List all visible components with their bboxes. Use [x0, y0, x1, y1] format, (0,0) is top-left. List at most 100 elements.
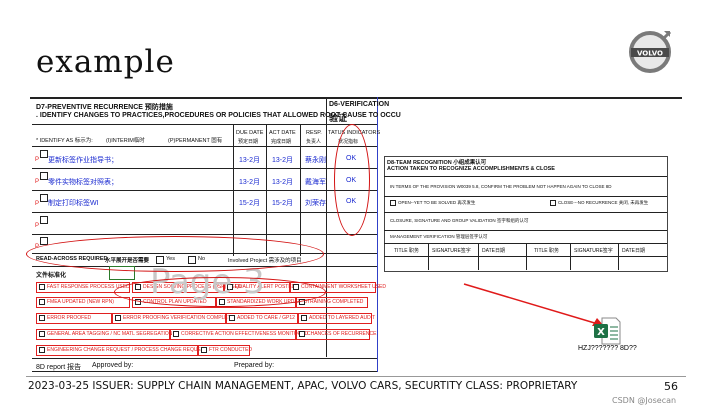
- row-action-text: 零件实物标签对照表；: [48, 179, 118, 186]
- slide-title: example: [36, 44, 175, 80]
- d8-line: [384, 230, 667, 231]
- sig-date-1: DATE日期: [482, 248, 505, 254]
- row-flag: P: [35, 179, 40, 185]
- interim-label: (I)INTERIM临时: [106, 138, 145, 144]
- d6-header-cn: 验证: [329, 113, 348, 123]
- due-date-header: DUE DATE: [236, 130, 264, 136]
- form-top-border: [30, 97, 682, 99]
- arrow-to-attachment: [463, 283, 604, 326]
- svg-text:X: X: [597, 327, 605, 338]
- resp-header: RESP.: [306, 130, 322, 136]
- checklist-item[interactable]: CORRECTIVE ACTION EFFECTIVENESS MONITORE…: [170, 329, 308, 340]
- row-flag: P: [35, 201, 40, 207]
- row-line: [32, 234, 377, 235]
- checklist-item-label: TRAINING COMPLETED: [307, 299, 364, 305]
- row-line: [32, 212, 377, 213]
- checklist-item-label: FMEA UPDATED (NEW RPN): [47, 299, 114, 305]
- row-action-text: 制定打印标签WI: [48, 200, 99, 207]
- row-act-date: 13-2月: [272, 157, 294, 164]
- d8-col-line: [428, 243, 429, 270]
- approval-top-line: [32, 358, 377, 359]
- checklist-item[interactable]: ERROR PROOFING VERIFICATION COMPLETE: [112, 313, 234, 324]
- row-checkbox[interactable]: [40, 216, 48, 224]
- sig-title-1: TITLE 职务: [394, 248, 420, 254]
- prepared-by-label: Prepared by:: [234, 362, 275, 369]
- approved-by-label: Approved by:: [92, 362, 134, 369]
- read-across-highlight-ellipse: [26, 236, 324, 272]
- approval-bottom-line: [32, 371, 377, 372]
- sig-signature-2: SIGNATURE签字: [574, 248, 613, 254]
- form-divider: [377, 97, 378, 372]
- logo-text: VOLVO: [637, 50, 663, 58]
- act-date-header: ACT DATE: [269, 130, 296, 136]
- checklist-item-label: ADDED TO CARE / GP12: [237, 315, 295, 321]
- d8-provision: IN TERMS OF THE PROVISION W0039 5.8, CON…: [390, 184, 612, 189]
- checklist-item-label: ERROR PROOFING VERIFICATION COMPLETE: [123, 315, 235, 321]
- row-checkbox[interactable]: [40, 150, 48, 158]
- sig-date-2: DATE日期: [622, 248, 645, 254]
- d8-header: D8-TEAM RECOGNITION 小组成果认可: [387, 160, 487, 166]
- slide-footer: 2023-03-25 ISSUER: SUPPLY CHAIN MANAGEME…: [28, 380, 578, 392]
- d8-line: [384, 196, 667, 197]
- d8-col-line: [526, 243, 527, 270]
- checklist-item[interactable]: CHANCES OF RECURRENCE: [296, 329, 376, 340]
- checklist-item[interactable]: ENGINEERING CHANGE REQUEST / PROCESS CHA…: [36, 345, 207, 356]
- row-line: [32, 190, 377, 191]
- credit-watermark: CSDN @Josecan: [612, 396, 677, 405]
- d8-line: [384, 212, 667, 213]
- checklist-item[interactable]: FTR CONDUCTED: [198, 345, 253, 356]
- checklist-item-label: ERROR PROOFED: [47, 315, 92, 321]
- row-flag: P: [35, 157, 40, 163]
- close-label: CLOSE---NO RECURRENCE 关闭, 未再发生: [558, 200, 649, 205]
- attachment-filename[interactable]: HZJ??????? 8D??: [578, 345, 637, 352]
- row-checkbox[interactable]: [40, 194, 48, 202]
- d8-col-line: [570, 243, 571, 270]
- d8-line: [384, 176, 667, 177]
- page-number: 56: [664, 380, 678, 393]
- row-checkbox[interactable]: [40, 172, 48, 180]
- row-due-date: 13-2月: [239, 179, 261, 186]
- d8-subheader: ACTION TAKEN TO RECOGNIZE ACCOMPLISHMENT…: [387, 166, 555, 172]
- checklist-item-label: CORRECTIVE ACTION EFFECTIVENESS MONITORE…: [181, 331, 309, 337]
- checklist-item[interactable]: GENERAL AREA TAGGING / NC MATL SEGREGATI…: [36, 329, 173, 340]
- d7-header: D7-PREVENTIVE RECURRENCE 预防措施: [36, 104, 173, 111]
- due-date-header-cn: 预定日期: [238, 139, 259, 145]
- checklist-item[interactable]: ERROR PROOFED: [36, 313, 112, 324]
- close-checkbox[interactable]: [550, 200, 556, 206]
- open-checkbox[interactable]: [390, 200, 396, 206]
- checklist-item-label: CHANCES OF RECURRENCE: [307, 331, 377, 337]
- d6-header: D6-VERIFICATION: [329, 101, 390, 108]
- row-resp: 戴海军: [305, 179, 326, 186]
- row-due-date: 15-2月: [239, 200, 261, 207]
- status-highlight-ellipse: [334, 124, 370, 236]
- sig-title-2: TITLE 职务: [534, 248, 560, 254]
- col-header-line: [32, 146, 377, 147]
- identify-as-label: * IDENTIFY AS 标示为:: [36, 138, 93, 144]
- row-flag: P: [35, 223, 40, 229]
- row-action-text: 更新标签作业指导书；: [48, 157, 118, 164]
- row-act-date: 15-2月: [272, 200, 294, 207]
- row-resp: 蔡永刚: [305, 157, 326, 164]
- resp-header-cn: 负责人: [306, 139, 322, 145]
- docs-highlight-ellipse: [114, 277, 326, 307]
- sig-signature-1: SIGNATURE签字: [432, 248, 471, 254]
- checklist-item-label: GENERAL AREA TAGGING / NC MATL SEGREGATI…: [47, 331, 173, 337]
- checklist-item[interactable]: ADDED TO LAYERED AUDIT: [298, 313, 376, 324]
- volvo-logo: VOLVO: [628, 30, 672, 74]
- row-resp: 刘荣存: [305, 200, 326, 207]
- permanent-label: (P)PERMANENT 固有: [168, 138, 223, 144]
- checklist-item-label: FTR CONDUCTED: [209, 347, 253, 353]
- d8-col-line: [618, 243, 619, 270]
- footer-line: [26, 376, 686, 377]
- checklist-item[interactable]: FMEA UPDATED (NEW RPN): [36, 297, 130, 308]
- checklist-item-label: ENGINEERING CHANGE REQUEST / PROCESS CHA…: [47, 347, 208, 353]
- closure-label: CLOSURE, SIGNATURE AND GROUP VALIDATION …: [390, 218, 529, 223]
- checklist-item-label: ADDED TO LAYERED AUDIT: [309, 315, 376, 321]
- row-due-date: 13-2月: [239, 157, 261, 164]
- d7-header-line: [32, 124, 377, 125]
- act-date-header-cn: 完成日期: [271, 139, 292, 145]
- row-act-date: 13-2月: [272, 179, 294, 186]
- row-line: [32, 168, 377, 169]
- checklist-item[interactable]: ADDED TO CARE / GP12: [226, 313, 298, 324]
- excel-file-icon[interactable]: X: [592, 316, 622, 346]
